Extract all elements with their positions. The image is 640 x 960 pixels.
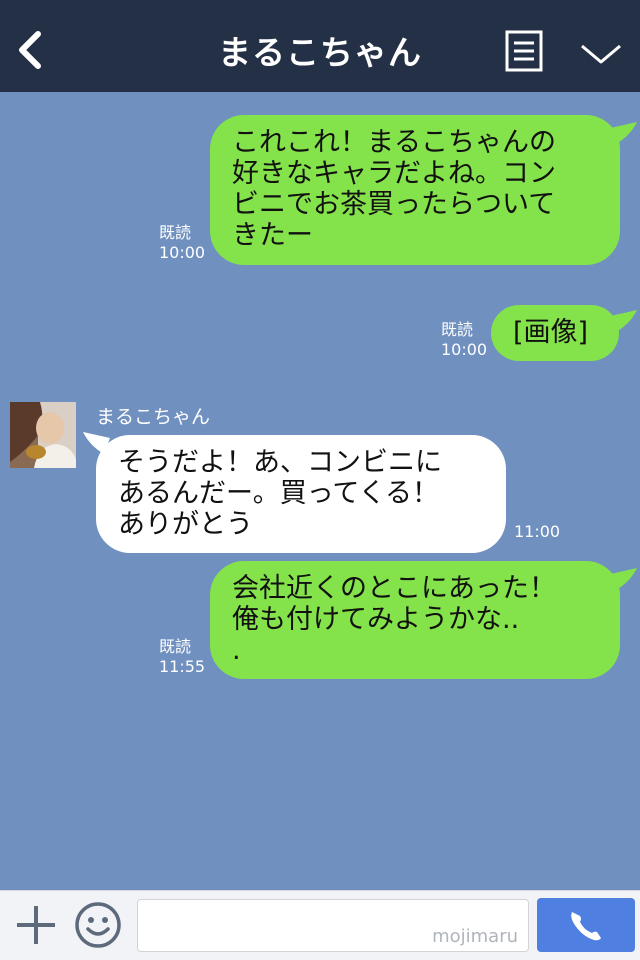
message-time: 10:00 (159, 243, 206, 262)
message-time: 11:00 (514, 522, 561, 541)
avatar[interactable] (10, 402, 76, 468)
bubble-tail (610, 310, 637, 332)
read-receipt: 既読 (159, 223, 192, 242)
call-button[interactable] (537, 898, 635, 952)
watermark-text: mojimaru (432, 926, 518, 947)
message-time: 11:55 (159, 657, 206, 676)
chat-title: まるこちゃん (218, 33, 422, 72)
menu-button[interactable] (504, 30, 544, 74)
add-button[interactable] (14, 903, 58, 947)
sticker-button[interactable] (74, 901, 122, 949)
message-status: 既読 10:00 (441, 320, 487, 360)
back-button[interactable] (14, 28, 48, 72)
chat-area[interactable]: これこれ！まるこちゃんの 好きなキャラだよね。コン ビニでお茶買ったらついて き… (0, 92, 640, 890)
chat-header: まるこちゃん (0, 0, 640, 92)
collapse-button[interactable] (578, 36, 624, 70)
chevron-down-icon (581, 44, 621, 64)
message-input[interactable]: mojimaru (137, 899, 529, 952)
bubble-tail (610, 568, 637, 590)
read-receipt: 既読 (441, 320, 474, 339)
sender-name: まるこちゃん (96, 406, 211, 428)
message-bubble[interactable]: これこれ！まるこちゃんの 好きなキャラだよね。コン ビニでお茶買ったらついて き… (210, 115, 620, 265)
message-time: 10:00 (441, 340, 488, 359)
avatar-photo (10, 402, 76, 468)
smiley-icon (75, 902, 121, 948)
chevron-left-icon (19, 31, 41, 69)
message-bubble[interactable]: 会社近くのとこにあった！ 俺も付けてみようかな.. . (210, 561, 620, 679)
message-status: 既読 10:00 (159, 223, 205, 263)
input-bar: mojimaru (0, 890, 640, 960)
message-bubble[interactable]: [画像] (491, 305, 619, 361)
message-bubble[interactable]: そうだよ！あ、コンビニに あるんだー。買ってくる！ ありがとう (96, 435, 506, 553)
bubble-tail (610, 122, 637, 144)
message-status: 既読 11:55 (159, 637, 205, 677)
list-icon (505, 30, 543, 72)
plus-icon (17, 906, 55, 944)
read-receipt: 既読 (159, 637, 192, 656)
phone-icon (571, 912, 601, 941)
